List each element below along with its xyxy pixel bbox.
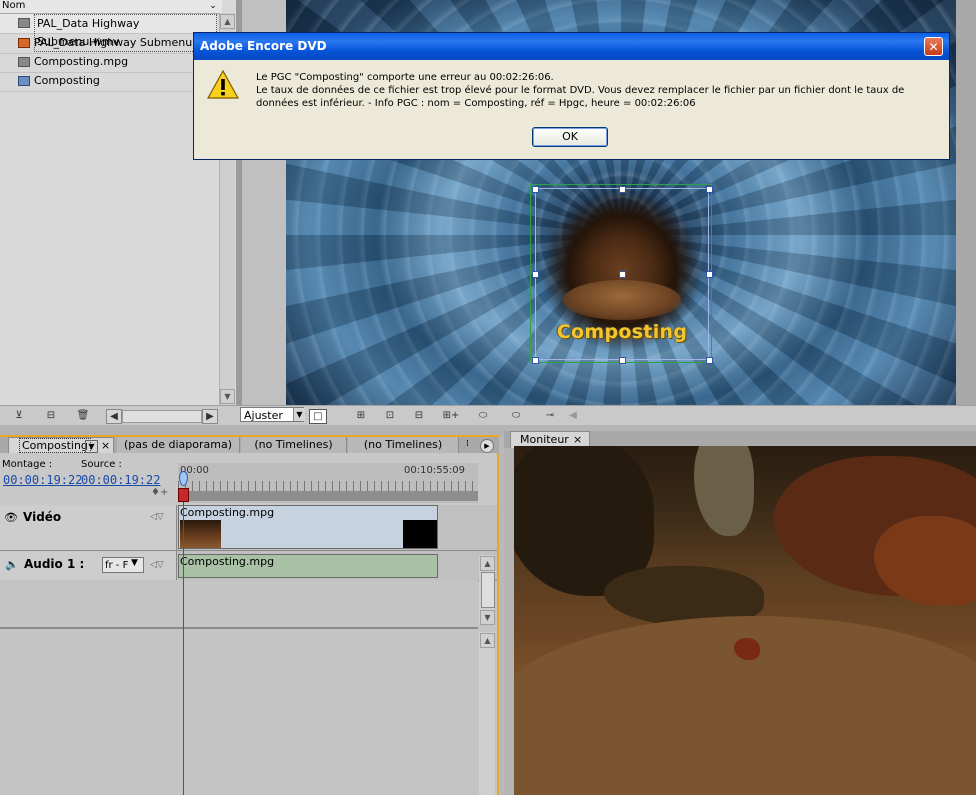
error-dialog: Adobe Encore DVD ✕ Le PGC "Composting" c… (193, 32, 950, 160)
scroll-thumb[interactable] (481, 572, 495, 608)
timeline-tab-bar: Composting ▼ × (pas de diaporama) (no Ti… (0, 435, 499, 454)
resize-handle[interactable] (619, 357, 626, 364)
trash-icon[interactable]: 🗑 (76, 409, 90, 422)
error-detail: Le taux de données de ce fichier est tro… (256, 85, 905, 109)
empty-track-area (0, 580, 478, 629)
safe-area-icon[interactable]: □ (309, 409, 327, 424)
lower-scrollbar[interactable]: ▲ (479, 632, 495, 795)
zoom-select[interactable]: Ajuster ▼ (240, 407, 305, 422)
chevron-down-icon[interactable]: ▼ (293, 408, 305, 421)
tab-composting[interactable]: Composting ▼ × (8, 437, 114, 454)
audio-clip[interactable]: Composting.mpg (178, 554, 438, 578)
playhead-marker[interactable] (178, 488, 189, 502)
preview-margin (956, 0, 976, 425)
error-line: Le PGC "Composting" comporte une erreur … (256, 72, 554, 83)
list-item[interactable]: Composting (0, 72, 217, 92)
list-item[interactable]: PAL_Data Highway Submenu (0, 34, 217, 54)
source-timecode[interactable]: 00:00:19:22 (81, 473, 160, 487)
source-label: Source : (81, 459, 122, 470)
resize-handle[interactable] (706, 186, 713, 193)
align-icon[interactable]: ⊞ (354, 409, 368, 422)
video-track-header: 👁 Vidéo ◁▽ (0, 505, 177, 550)
resize-handle[interactable] (532, 271, 539, 278)
column-header-name[interactable]: Nom (0, 0, 222, 14)
scroll-right-icon[interactable]: ▶ (202, 409, 218, 424)
audio-track-label: Audio 1 : (24, 557, 85, 571)
tab-no-timelines[interactable]: (no Timelines) (348, 437, 459, 453)
chevron-down-icon[interactable]: ▼ (131, 558, 138, 568)
dialog-title-bar[interactable]: Adobe Encore DVD ✕ (194, 33, 949, 60)
montage-label: Montage : (2, 459, 53, 470)
clip-end-frame (403, 520, 437, 548)
chevron-down-icon[interactable]: ▼ (85, 440, 98, 453)
panel-menu-icon[interactable]: ▶ (480, 439, 494, 453)
scroll-down-icon[interactable]: ▼ (480, 610, 495, 625)
scroll-up-icon[interactable]: ▲ (480, 556, 495, 571)
chevron-down-icon[interactable]: ⌄ (206, 0, 220, 13)
new-item-icon[interactable]: ⊟ (44, 409, 58, 422)
keyframe-nav-icon[interactable]: ◁▽ (150, 512, 164, 522)
list-item[interactable]: Composting.mpg (0, 53, 217, 73)
filter-icon[interactable]: ⊻ (12, 409, 26, 422)
oval-icon[interactable]: ⬭ (509, 409, 523, 422)
menu-icon (18, 38, 30, 48)
time-ruler[interactable]: 00:00 00:10:55:09 (178, 463, 478, 503)
video-track-label: Vidéo (23, 510, 62, 524)
timeline-icon (18, 76, 30, 86)
oval-icon[interactable]: ⬭ (476, 409, 490, 422)
resize-handle[interactable] (706, 357, 713, 364)
list-item[interactable]: PAL_Data Highway Submenu.wmv (0, 14, 217, 52)
speaker-icon[interactable]: 🔈 (5, 558, 19, 571)
close-icon[interactable]: ✕ (924, 37, 943, 56)
track-scrollbar[interactable]: ▲ ▼ (479, 555, 495, 625)
horizontal-scrollbar[interactable] (122, 410, 202, 423)
warning-icon (207, 69, 239, 99)
clip-thumbnail (180, 520, 221, 548)
scroll-up-icon[interactable]: ▲ (220, 14, 235, 29)
layout-icon[interactable]: ⊟ (412, 409, 426, 422)
video-file-icon (18, 18, 30, 28)
close-icon[interactable]: × (101, 438, 110, 454)
link-icon[interactable]: ⊸ (540, 409, 560, 422)
scroll-up-icon[interactable]: ▲ (480, 633, 495, 648)
monitor-video-frame (514, 446, 976, 795)
project-toolbar: ⊻ ⊟ 🗑 ◀ ▶ (0, 405, 236, 426)
add-button-icon[interactable]: ⊞+ (440, 409, 462, 422)
preview-toolbar: Ajuster ▼ □ ⊞ ⊡ ⊟ ⊞+ ⬭ ⬭ ⊸ ◀ (236, 405, 976, 426)
resize-handle[interactable] (619, 186, 626, 193)
add-marker-icon[interactable]: ♦+ (151, 487, 168, 498)
keyframe-nav-icon[interactable]: ◁▽ (150, 560, 164, 570)
dialog-message: Le PGC "Composting" comporte une erreur … (256, 71, 946, 110)
work-area-bar[interactable] (178, 491, 478, 501)
eye-icon[interactable]: 👁 (4, 511, 18, 524)
ok-button[interactable]: OK (532, 127, 608, 147)
subpicture-icon[interactable]: ⊡ (383, 409, 397, 422)
ruler-end: 00:10:55:09 (404, 465, 466, 476)
resize-handle[interactable] (532, 186, 539, 193)
dialog-title: Adobe Encore DVD (200, 39, 327, 53)
scroll-left-icon[interactable]: ◀ (566, 409, 580, 422)
video-file-icon (18, 57, 30, 67)
resize-handle[interactable] (706, 271, 713, 278)
scroll-left-icon[interactable]: ◀ (106, 409, 122, 424)
resize-handle[interactable] (619, 271, 626, 278)
panel-gripper-icon[interactable]: ⁞ (466, 439, 469, 449)
video-clip[interactable]: Composting.mpg (178, 505, 438, 549)
resize-handle[interactable] (532, 357, 539, 364)
scroll-down-icon[interactable]: ▼ (220, 389, 235, 404)
audio-track-header: 🔈 Audio 1 : fr - F ▼ ◁▽ (0, 551, 177, 580)
audio-track: 🔈 Audio 1 : fr - F ▼ ◁▽ Composting.mpg (0, 551, 497, 581)
tab-slideshow[interactable]: (pas de diaporama) (117, 437, 240, 453)
ruler-ticks (178, 481, 478, 491)
tab-no-timelines[interactable]: (no Timelines) (241, 437, 347, 453)
playhead-line[interactable] (183, 488, 184, 795)
video-track: 👁 Vidéo ◁▽ Composting.mpg (0, 505, 497, 551)
montage-timecode[interactable]: 00:00:19:22 (3, 473, 82, 487)
